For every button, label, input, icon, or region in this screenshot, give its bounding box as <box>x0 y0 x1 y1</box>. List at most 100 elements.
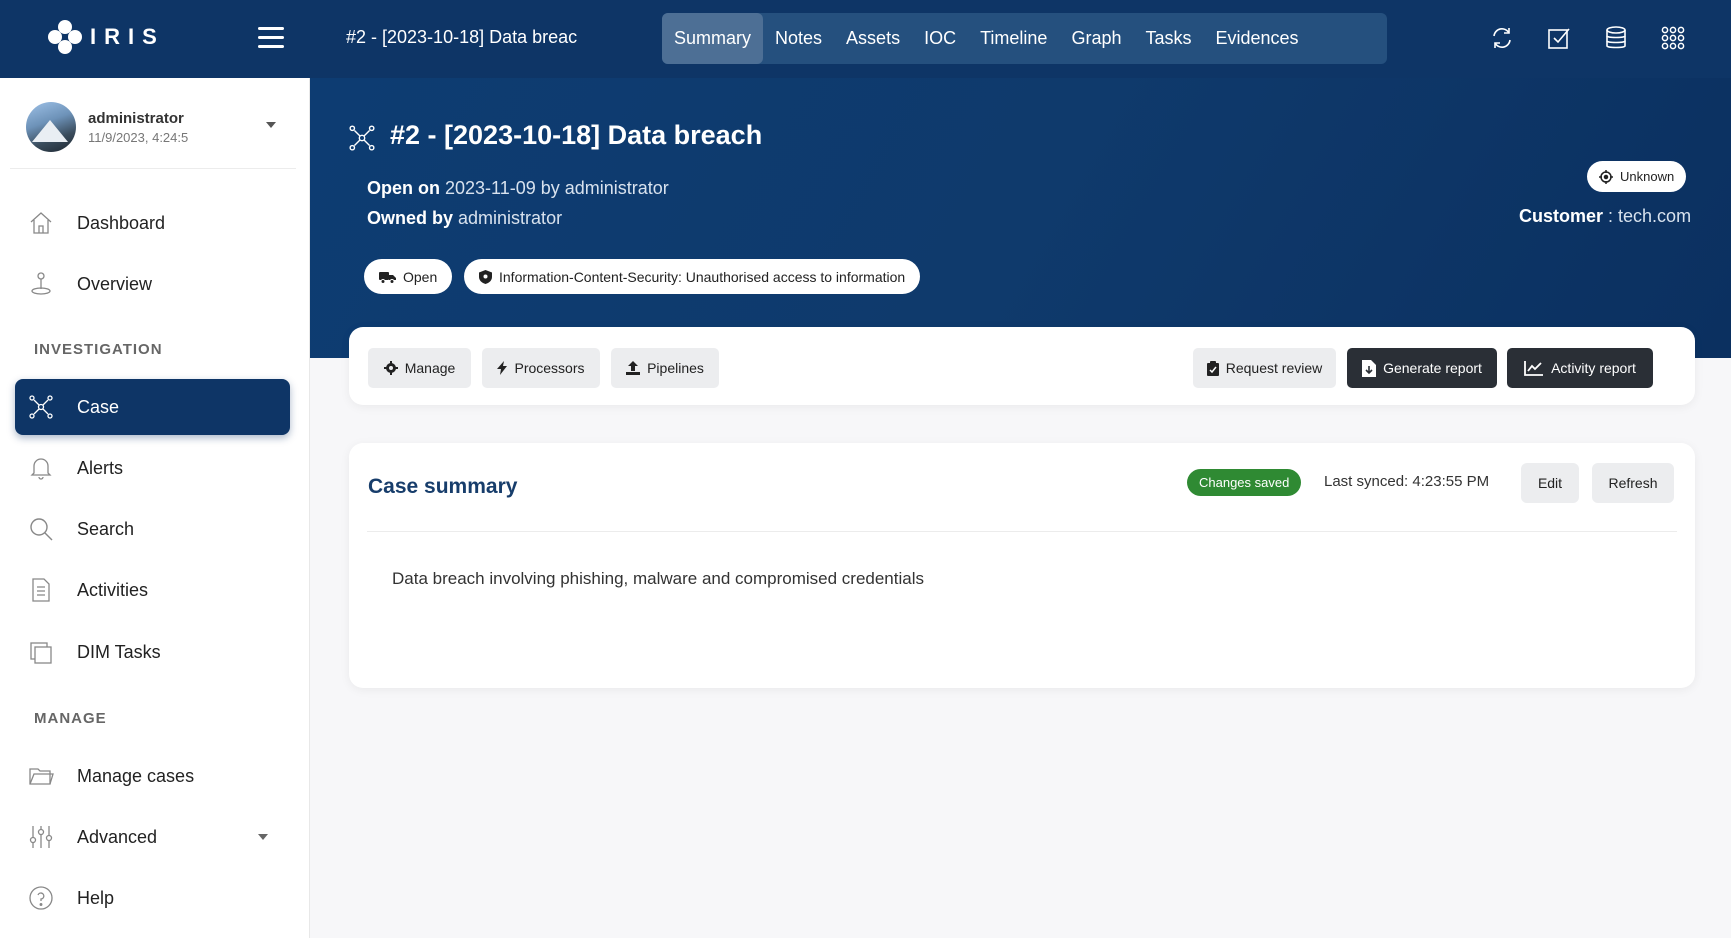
tab-graph[interactable]: Graph <box>1059 13 1133 64</box>
sidebar-item-label: Dashboard <box>77 212 166 233</box>
case-actions-card: Manage Processors Pipelines Request revi… <box>349 327 1695 405</box>
check-square-icon[interactable] <box>1545 24 1573 52</box>
classification-pill[interactable]: Information-Content-Security: Unauthoris… <box>464 259 921 294</box>
tab-ioc[interactable]: IOC <box>912 13 968 64</box>
sidebar: administrator 11/9/2023, 4:24:5 Dashboar… <box>0 78 310 938</box>
status-badge: Changes saved <box>1187 469 1302 496</box>
clipboard-check-icon <box>1206 360 1219 376</box>
severity-badge[interactable]: Unknown <box>1587 161 1687 192</box>
request-review-label: Request review <box>1225 360 1323 376</box>
owned-label: Owned by <box>367 208 454 228</box>
pipelines-button[interactable]: Pipelines <box>611 348 719 388</box>
case-summary-card: Case summary Changes saved Last synced: … <box>349 443 1695 688</box>
generate-report-label: Generate report <box>1383 360 1482 376</box>
sidebar-item-label: Alerts <box>77 457 124 478</box>
refresh-button[interactable]: Refresh <box>1592 463 1674 503</box>
bolt-icon <box>497 361 508 375</box>
top-navbar: IRIS #2 - [2023-10-18] Data breac Summar… <box>0 0 1731 78</box>
sidebar-item-help[interactable]: Help <box>15 870 290 926</box>
sidebar-item-label: Search <box>77 518 135 539</box>
avatar <box>26 102 76 152</box>
activity-report-button[interactable]: Activity report <box>1507 348 1653 388</box>
apps-grid-icon[interactable] <box>1659 24 1687 52</box>
copy-icon <box>27 638 55 666</box>
sidebar-item-alerts[interactable]: Alerts <box>15 440 290 496</box>
sidebar-item-search[interactable]: Search <box>15 501 290 557</box>
sidebar-item-label: Advanced <box>77 826 158 847</box>
section-investigation: INVESTIGATION <box>34 341 163 358</box>
sidebar-item-dim-tasks[interactable]: DIM Tasks <box>15 624 290 680</box>
menu-toggle-button[interactable] <box>258 27 284 49</box>
user-name: administrator <box>88 110 184 127</box>
chevron-down-icon <box>258 834 268 840</box>
logo-mark-icon <box>48 20 82 54</box>
sidebar-item-dashboard[interactable]: Dashboard <box>15 195 290 251</box>
gear-icon <box>383 361 398 375</box>
target-icon <box>1599 169 1613 184</box>
customer-info: Customer : tech.com <box>1519 206 1691 227</box>
iris-logo[interactable]: IRIS <box>48 20 165 54</box>
tab-timeline[interactable]: Timeline <box>968 13 1059 64</box>
case-state-pill[interactable]: Open <box>364 259 453 294</box>
request-review-button[interactable]: Request review <box>1193 348 1336 388</box>
owned-value: administrator <box>458 208 563 228</box>
sidebar-item-label: Overview <box>77 273 153 294</box>
overview-icon <box>27 270 55 298</box>
tab-tasks[interactable]: Tasks <box>1133 13 1203 64</box>
activity-report-label: Activity report <box>1551 360 1636 376</box>
sidebar-item-label: DIM Tasks <box>77 641 161 662</box>
help-icon <box>27 884 55 912</box>
topbar-case-title: #2 - [2023-10-18] Data breac <box>346 27 578 47</box>
generate-report-button[interactable]: Generate report <box>1347 348 1497 388</box>
open-label: Open on <box>367 178 440 198</box>
tab-evidences[interactable]: Evidences <box>1204 13 1311 64</box>
manage-button[interactable]: Manage <box>368 348 471 388</box>
case-tabs: Summary Notes Assets IOC Timeline Graph … <box>662 13 1387 64</box>
sidebar-item-advanced[interactable]: Advanced <box>15 809 290 865</box>
open-value: 2023-11-09 by administrator <box>445 178 669 198</box>
chevron-down-icon[interactable] <box>266 122 276 128</box>
case-state-label: Open <box>403 268 438 285</box>
tab-notes[interactable]: Notes <box>763 13 834 64</box>
divider <box>367 531 1677 532</box>
folder-icon <box>27 762 55 790</box>
tab-assets[interactable]: Assets <box>834 13 912 64</box>
line-chart-icon <box>1524 360 1544 376</box>
sliders-icon <box>27 823 55 851</box>
user-login-date: 11/9/2023, 4:24:5 <box>88 130 189 145</box>
sync-icon[interactable] <box>1488 24 1516 52</box>
processors-button[interactable]: Processors <box>482 348 600 388</box>
summary-content[interactable]: Data breach involving phishing, malware … <box>392 569 924 589</box>
file-download-icon <box>1362 359 1377 377</box>
page-title: #2 - [2023-10-18] Data breach <box>390 120 763 150</box>
sidebar-item-overview[interactable]: Overview <box>15 256 290 312</box>
divider <box>10 168 296 169</box>
upload-icon <box>626 361 641 375</box>
sidebar-item-activities[interactable]: Activities <box>15 562 290 618</box>
tab-summary[interactable]: Summary <box>662 13 764 64</box>
user-profile[interactable]: administrator 11/9/2023, 4:24:5 <box>26 102 296 152</box>
sidebar-item-label: Activities <box>77 579 149 600</box>
edit-button[interactable]: Edit <box>1521 463 1579 503</box>
shield-icon <box>479 269 492 284</box>
last-synced-text: Last synced: 4:23:55 PM <box>1324 473 1490 490</box>
document-icon <box>27 576 55 604</box>
logo-text: IRIS <box>90 24 165 49</box>
home-icon <box>27 209 55 237</box>
bell-icon <box>27 454 55 482</box>
network-icon <box>27 393 55 421</box>
case-owner-info: Owned by administrator <box>367 208 562 229</box>
processors-label: Processors <box>514 360 585 376</box>
sidebar-item-label: Case <box>77 396 120 417</box>
sidebar-item-case[interactable]: Case <box>15 379 290 435</box>
database-icon[interactable] <box>1602 24 1630 52</box>
network-icon <box>348 124 376 152</box>
customer-value: : tech.com <box>1608 206 1692 226</box>
classification-label: Information-Content-Security: Unauthoris… <box>499 268 906 285</box>
summary-title: Case summary <box>368 475 518 498</box>
sidebar-item-label: Manage cases <box>77 765 195 786</box>
section-manage: MANAGE <box>34 710 107 727</box>
sidebar-item-manage-cases[interactable]: Manage cases <box>15 748 290 804</box>
sidebar-item-label: Help <box>77 887 115 908</box>
case-open-info: Open on 2023-11-09 by administrator <box>367 178 669 199</box>
